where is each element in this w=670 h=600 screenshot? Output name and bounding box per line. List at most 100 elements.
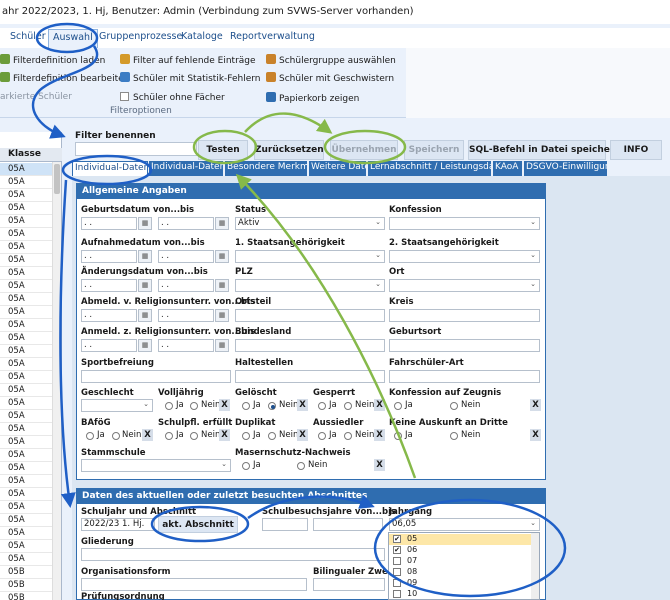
list-item[interactable]: 05A xyxy=(0,384,52,397)
list-item[interactable]: 05A xyxy=(0,436,52,449)
bafoeg-nein-radio[interactable] xyxy=(112,432,120,440)
duplikat-nein-radio[interactable] xyxy=(268,432,276,440)
ribbon-geschwister[interactable]: Schüler mit Geschwistern xyxy=(266,72,394,84)
schulpflicht-clear-button[interactable]: X xyxy=(219,429,230,441)
staatsangehoerigkeit-2-select[interactable]: ⌄ xyxy=(389,250,540,263)
konfession-select[interactable]: ⌄ xyxy=(389,217,540,230)
ribbon-schuelergruppe[interactable]: Schülergruppe auswählen xyxy=(266,54,396,66)
list-item[interactable]: 05A xyxy=(0,345,52,358)
list-item[interactable]: 05A xyxy=(0,202,52,215)
checkbox-icon[interactable] xyxy=(393,579,401,587)
list-item[interactable]: 05A xyxy=(0,215,52,228)
abmeldung-bis-input[interactable]: . . xyxy=(158,309,214,322)
gesperrt-ja-radio[interactable] xyxy=(318,402,326,410)
list-item[interactable]: 05A xyxy=(0,176,52,189)
aufnahmedatum-von-input[interactable]: . . xyxy=(81,250,137,263)
stammschule-select[interactable]: ⌄ xyxy=(81,459,231,472)
menu-gruppenprozesse[interactable]: Gruppenprozesse xyxy=(99,31,182,42)
anmeldung-von-input[interactable]: . . xyxy=(81,339,137,352)
status-select[interactable]: Aktiv ⌄ xyxy=(235,217,385,230)
haltestellen-input[interactable] xyxy=(235,370,385,383)
jahrgang-option[interactable]: ✔ 05 xyxy=(389,534,531,545)
list-item[interactable]: 05A xyxy=(0,475,52,488)
calendar-icon[interactable]: ▦ xyxy=(215,279,229,292)
calendar-icon[interactable]: ▦ xyxy=(138,339,152,352)
aenderungsdatum-bis-input[interactable]: . . xyxy=(158,279,214,292)
list-item[interactable]: 05A xyxy=(0,540,52,553)
speichern-button[interactable]: Speichern xyxy=(404,140,464,160)
kreis-input[interactable] xyxy=(389,309,540,322)
schulbesuchsjahre-von-input[interactable] xyxy=(262,518,308,531)
duplikat-clear-button[interactable]: X xyxy=(297,429,308,441)
list-item[interactable]: 05B xyxy=(0,566,52,579)
list-item[interactable]: 05A xyxy=(0,241,52,254)
ribbon-filterdefinition-bearbeiten[interactable]: Filterdefinition bearbeiten xyxy=(0,72,129,84)
calendar-icon[interactable]: ▦ xyxy=(138,309,152,322)
keine-auskunft-clear-button[interactable]: X xyxy=(530,429,541,441)
list-item[interactable]: 05A xyxy=(0,501,52,514)
geloescht-clear-button[interactable]: X xyxy=(297,399,308,411)
list-item[interactable]: 05A xyxy=(0,358,52,371)
list-item[interactable]: 05A xyxy=(0,163,52,176)
gesperrt-nein-radio[interactable] xyxy=(344,402,352,410)
list-item[interactable]: 05A xyxy=(0,332,52,345)
list-item[interactable]: 05A xyxy=(0,397,52,410)
gliederung-input[interactable] xyxy=(81,548,385,561)
keine-auskunft-nein-radio[interactable] xyxy=(450,432,458,440)
list-item[interactable]: 05A xyxy=(0,280,52,293)
masernschutz-ja-radio[interactable] xyxy=(242,462,250,470)
info-button[interactable]: INFO xyxy=(610,140,662,160)
volljaehrig-clear-button[interactable]: X xyxy=(219,399,230,411)
list-item[interactable]: 05A xyxy=(0,410,52,423)
aussiedler-nein-radio[interactable] xyxy=(344,432,352,440)
anmeldung-bis-input[interactable]: . . xyxy=(158,339,214,352)
list-item[interactable]: 05A xyxy=(0,462,52,475)
checkbox-icon[interactable] xyxy=(393,590,401,598)
checkbox-checked-icon[interactable]: ✔ xyxy=(393,535,401,543)
bafoeg-ja-radio[interactable] xyxy=(86,432,94,440)
jahrgang-option[interactable]: 09 xyxy=(389,578,531,589)
geburtsort-input[interactable] xyxy=(389,339,540,352)
list-item[interactable]: 05A xyxy=(0,488,52,501)
jahrgang-option[interactable]: 10 xyxy=(389,589,531,599)
jahrgang-options-list[interactable]: ✔ 05 ✔ 06 07 08 09 10 xyxy=(388,532,540,600)
schuljahr-abschnitt-input[interactable]: 2022/23 1. Hj. xyxy=(81,518,155,531)
aussiedler-clear-button[interactable]: X xyxy=(374,429,385,441)
ortsteil-input[interactable] xyxy=(235,309,385,322)
list-item[interactable]: 05A xyxy=(0,189,52,202)
uebernehmen-button[interactable]: Übernehmen xyxy=(330,140,398,160)
list-item[interactable]: 05A xyxy=(0,527,52,540)
aufnahmedatum-bis-input[interactable]: . . xyxy=(158,250,214,263)
list-item[interactable]: 05A xyxy=(0,267,52,280)
list-item[interactable]: 05B xyxy=(0,579,52,592)
checkbox-icon[interactable] xyxy=(393,557,401,565)
duplikat-ja-radio[interactable] xyxy=(242,432,250,440)
plz-select[interactable]: ⌄ xyxy=(235,279,385,292)
jahrgang-option[interactable]: 08 xyxy=(389,567,531,578)
tab-individual-daten-2[interactable]: Individual-Daten II xyxy=(149,161,224,176)
tab-dsgvo[interactable]: DSGVO-Einwilligung xyxy=(524,161,608,176)
list-item[interactable]: 05A xyxy=(0,254,52,267)
tab-kaoa[interactable]: KAoA xyxy=(493,161,523,176)
tab-besondere-merkmale[interactable]: Besondere Merkmale xyxy=(225,161,308,176)
aussiedler-ja-radio[interactable] xyxy=(318,432,326,440)
geschlecht-select[interactable]: ⌄ xyxy=(81,399,153,412)
ribbon-markierte-schueler[interactable]: arkierte Schüler xyxy=(0,92,72,102)
calendar-icon[interactable]: ▦ xyxy=(215,250,229,263)
calendar-icon[interactable]: ▦ xyxy=(215,309,229,322)
ribbon-papierkorb[interactable]: Papierkorb zeigen xyxy=(266,92,359,104)
ribbon-ohne-faecher[interactable]: Schüler ohne Fächer xyxy=(120,92,225,103)
calendar-icon[interactable]: ▦ xyxy=(138,250,152,263)
menu-reportverwaltung[interactable]: Reportverwaltung xyxy=(230,31,315,42)
menu-schueler[interactable]: Schüler xyxy=(10,31,46,42)
ort-select[interactable]: ⌄ xyxy=(389,279,540,292)
volljaehrig-nein-radio[interactable] xyxy=(190,402,198,410)
student-list-scrollbar[interactable] xyxy=(52,162,61,600)
list-item[interactable]: 05A xyxy=(0,306,52,319)
konfession-zeugnis-clear-button[interactable]: X xyxy=(530,399,541,411)
keine-auskunft-ja-radio[interactable] xyxy=(394,432,402,440)
geburtsdatum-bis-input[interactable]: . . xyxy=(158,217,214,230)
calendar-icon[interactable]: ▦ xyxy=(138,279,152,292)
calendar-icon[interactable]: ▦ xyxy=(215,217,229,230)
checkbox-checked-icon[interactable]: ✔ xyxy=(393,546,401,554)
